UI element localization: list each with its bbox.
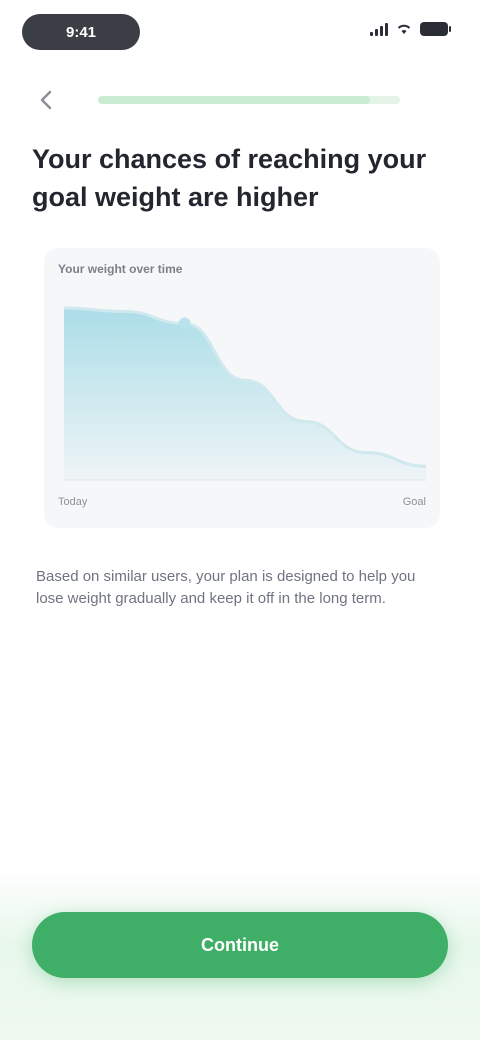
progress-bar	[98, 96, 400, 104]
x-axis-start-label: Today	[58, 496, 88, 508]
chart-point	[178, 317, 191, 330]
progress-fill	[98, 96, 370, 104]
battery-icon	[420, 22, 451, 36]
status-icons	[370, 22, 451, 36]
signal-icon	[370, 22, 388, 36]
chart-area	[64, 308, 426, 480]
status-bar: 9:41	[0, 0, 480, 64]
chart-title: Your weight over time	[58, 262, 183, 276]
progress-header	[0, 76, 480, 122]
weight-chart	[63, 306, 427, 481]
x-axis-end-label: Goal	[402, 496, 426, 508]
question-title: Your chances of reaching your goal weigh…	[32, 144, 427, 212]
status-time: 9:41	[22, 14, 140, 50]
weight-chart-card: Your weight over time Today Goal	[44, 248, 440, 528]
back-button[interactable]	[32, 86, 60, 114]
chevron-left-icon	[40, 90, 52, 110]
continue-button[interactable]: Continue	[32, 912, 448, 978]
explanation-text: Based on similar users, your plan is des…	[36, 568, 416, 607]
wifi-icon	[397, 24, 411, 34]
